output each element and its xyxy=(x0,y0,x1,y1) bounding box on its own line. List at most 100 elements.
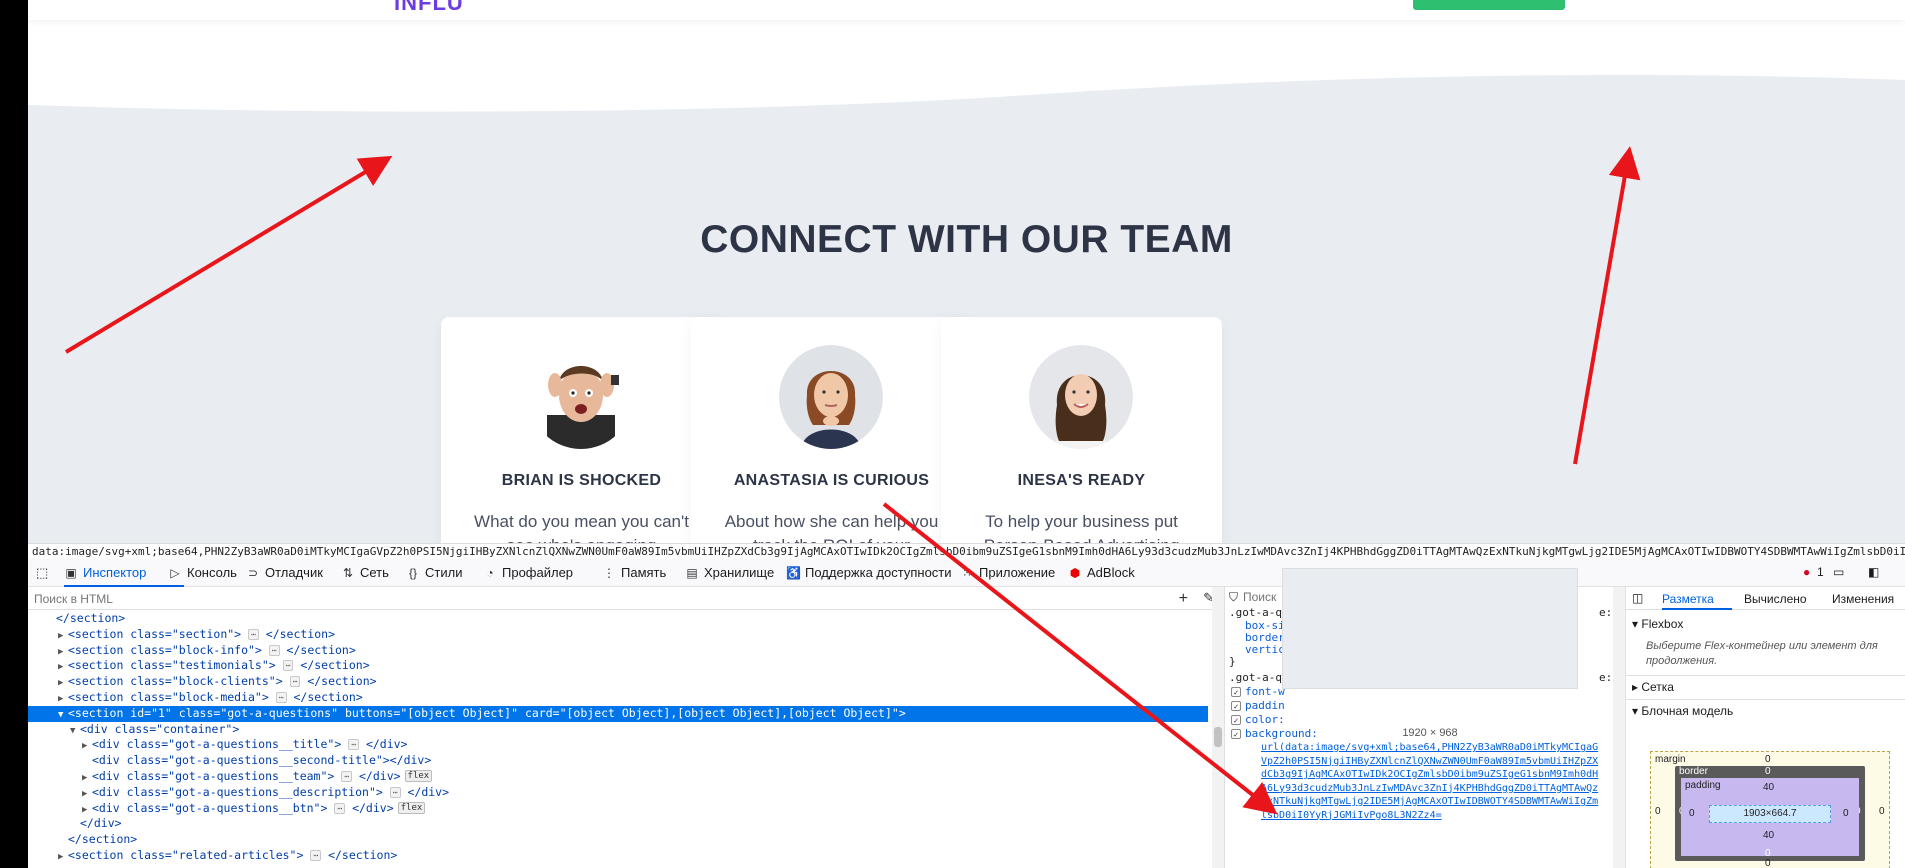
dom-node[interactable]: ▶ <section class="block-clients"> ⋯ </sec… xyxy=(28,674,1208,690)
collapsed-ellipsis[interactable]: ⋯ xyxy=(268,644,280,656)
html-search-input[interactable] xyxy=(34,590,1134,607)
tab-network[interactable]: ⇅ Сеть xyxy=(341,565,389,580)
dom-node[interactable]: ▶ <section class="related-articles"> ⋯ </… xyxy=(28,848,1208,864)
rule-decl[interactable]: ✓ paddin xyxy=(1231,699,1285,712)
rule-checkbox[interactable]: ✓ xyxy=(1231,715,1241,725)
dom-node-close: </section> xyxy=(321,847,398,862)
tab-memory[interactable]: ⋮ Память xyxy=(602,565,666,580)
flexbox-accordion[interactable]: ▾ Flexbox xyxy=(1632,617,1683,631)
margin-right-value[interactable]: 0 xyxy=(1879,806,1885,817)
html-pane-scrollbar[interactable] xyxy=(1212,587,1224,868)
dom-node[interactable]: </div> xyxy=(28,816,1208,832)
tab-profiler[interactable]: ◔ Профайлер xyxy=(483,565,573,580)
box-model-diagram: margin 0 0 0 border 0 0 0 padding 40 0 0… xyxy=(1650,751,1890,868)
rule-checkbox[interactable]: ✓ xyxy=(1231,687,1241,697)
dom-node[interactable]: ▶ <div class="got-a-questions__descriptio… xyxy=(28,785,1208,801)
background-image-preview xyxy=(1282,568,1578,689)
twisty-icon[interactable]: ▶ xyxy=(58,850,68,866)
tab-storage[interactable]: ▤ Хранилище xyxy=(685,565,774,580)
dom-node[interactable]: ▶ <div class="got-a-questions__team"> ⋯ <… xyxy=(28,769,1208,785)
layout-tab-indicator xyxy=(1662,608,1732,610)
border-top-value[interactable]: 0 xyxy=(1765,766,1771,777)
rule-selector[interactable]: .got-a-qu xyxy=(1229,671,1289,684)
tab-application[interactable]: ⁙ Приложение xyxy=(960,565,1055,580)
devtools-toolbar: ⬚ ▣ Инспектор ▷ Консоль ⊃ Отладчик ⇅ Сеть {}… xyxy=(28,559,1905,587)
rule-checkbox[interactable]: ✓ xyxy=(1231,729,1241,739)
sidebar-toggle-icon[interactable]: ◫ xyxy=(1632,591,1643,605)
dom-node[interactable]: ▶ <section class="block-media"> ⋯ </secti… xyxy=(28,690,1208,706)
error-count[interactable]: 1 xyxy=(1817,565,1824,579)
collapsed-ellipsis[interactable]: ⋯ xyxy=(248,628,259,640)
accordion-label: Flexbox xyxy=(1641,617,1684,631)
dom-node[interactable]: ▶ <div class="got-a-questions__btn"> ⋯ </… xyxy=(28,801,1208,817)
avatar-anastasia xyxy=(779,345,883,449)
dom-node[interactable]: ▶ <div class="got-a-questions__title"> ⋯ … xyxy=(28,737,1208,753)
padding-right-value[interactable]: 0 xyxy=(1843,808,1849,819)
margin-bottom-value[interactable]: 0 xyxy=(1765,858,1771,868)
team-card-name: BRIAN IS SHOCKED xyxy=(501,472,662,489)
tab-inspector[interactable]: ▣ Инспектор xyxy=(64,565,146,580)
collapsed-ellipsis[interactable]: ⋯ xyxy=(389,786,401,798)
rule-decl[interactable]: ✓ font-w xyxy=(1231,685,1285,698)
rule-decl[interactable]: ✓ color: xyxy=(1231,713,1285,726)
collapsed-ellipsis[interactable]: ⋯ xyxy=(334,802,346,814)
dom-node-text: <section class="block-clients"> xyxy=(68,674,290,689)
padding-bottom-value[interactable]: 40 xyxy=(1763,830,1774,841)
scrollbar-thumb[interactable] xyxy=(1214,727,1222,747)
background-url-value[interactable]: url(data:image/svg+xml;base64,PHN2ZyB3aW… xyxy=(1261,741,1599,867)
avatar-inesa xyxy=(1029,345,1133,449)
rule-prop[interactable]: vertic xyxy=(1245,643,1285,656)
application-icon: ⁙ xyxy=(961,565,973,580)
padding-left-value[interactable]: 0 xyxy=(1689,808,1695,819)
tab-changes[interactable]: Изменения xyxy=(1832,592,1894,606)
dom-node[interactable]: <div class="got-a-questions__second-titl… xyxy=(28,753,1208,769)
dock-icon[interactable]: ◧ xyxy=(1868,565,1879,579)
element-picker-icon[interactable]: ⬚ xyxy=(36,565,48,581)
rules-filter-input[interactable]: Поиск xyxy=(1243,590,1276,604)
box-border: border 0 0 0 padding 40 0 0 1903×664.7 4… xyxy=(1675,766,1865,861)
margin-left-value[interactable]: 0 xyxy=(1655,806,1661,817)
tab-debugger[interactable]: ⊃ Отладчик xyxy=(246,565,323,580)
add-node-icon[interactable]: + xyxy=(1179,590,1188,608)
tab-styles[interactable]: {} Стили xyxy=(406,565,462,580)
grid-accordion[interactable]: ▸ Сетка xyxy=(1626,675,1905,694)
error-icon[interactable]: ● xyxy=(1803,565,1810,579)
dom-node[interactable]: ▼ <div class="container"> xyxy=(28,722,1208,738)
tab-computed[interactable]: Вычислено xyxy=(1744,592,1807,606)
dom-node[interactable]: ▶ <section class="block-info"> ⋯ </sectio… xyxy=(28,643,1208,659)
flex-badge[interactable]: flex xyxy=(404,770,433,783)
html-inspector-pane: + ✎ </section>▶<section class="section">… xyxy=(28,587,1225,868)
collapsed-ellipsis[interactable]: ⋯ xyxy=(289,676,301,688)
dom-node[interactable]: ▶ <section class="testimonials"> ⋯ </sect… xyxy=(28,658,1208,674)
collapsed-ellipsis[interactable]: ⋯ xyxy=(282,660,294,672)
dom-node-close: </section> xyxy=(279,642,356,657)
collapsed-ellipsis[interactable]: ⋯ xyxy=(310,849,322,861)
dom-node-selected[interactable]: ▼ <section id="1" class="got-a-questions"… xyxy=(28,705,1208,722)
tab-label: Приложение xyxy=(979,565,1056,580)
collapsed-ellipsis[interactable]: ⋯ xyxy=(275,691,287,703)
dom-node[interactable]: </section> xyxy=(28,832,1208,848)
rule-checkbox[interactable]: ✓ xyxy=(1231,701,1241,711)
content-size[interactable]: 1903×664.7 xyxy=(1709,805,1831,823)
header-cta-button[interactable] xyxy=(1413,0,1565,10)
site-logo[interactable]: INFLU xyxy=(394,0,464,16)
boxmodel-accordion[interactable]: ▾ Блочная модель xyxy=(1626,699,1905,718)
margin-top-value[interactable]: 0 xyxy=(1765,754,1771,765)
rules-scrollbar[interactable] xyxy=(1613,587,1625,868)
collapsed-ellipsis[interactable]: ⋯ xyxy=(341,770,353,782)
dom-tree[interactable]: </section> ▶ <section class="section"> ⋯ <… xyxy=(28,611,1208,868)
collapsed-ellipsis[interactable]: ⋯ xyxy=(348,739,360,751)
flex-badge[interactable]: flex xyxy=(397,802,426,815)
dom-node[interactable]: ▶ <section class="section"> ⋯ </section> xyxy=(28,627,1208,643)
tab-layout[interactable]: Разметка xyxy=(1662,592,1714,606)
tab-accessibility[interactable]: ♿ Поддержка доступности xyxy=(786,565,952,580)
responsive-mode-icon[interactable]: ▭ xyxy=(1833,565,1844,579)
tab-console[interactable]: ▷ Консоль xyxy=(168,565,237,580)
tab-label: Хранилище xyxy=(704,565,775,580)
padding-top-value[interactable]: 40 xyxy=(1763,782,1774,793)
dom-node[interactable]: </section> xyxy=(28,611,1208,627)
dom-node-text: <div class="got-a-questions__btn"> xyxy=(92,800,335,815)
html-search-row: + ✎ xyxy=(28,587,1224,610)
tab-adblock[interactable]: ⬢ AdBlock xyxy=(1068,565,1135,580)
rule-selector[interactable]: .got-a-qu xyxy=(1229,606,1289,619)
